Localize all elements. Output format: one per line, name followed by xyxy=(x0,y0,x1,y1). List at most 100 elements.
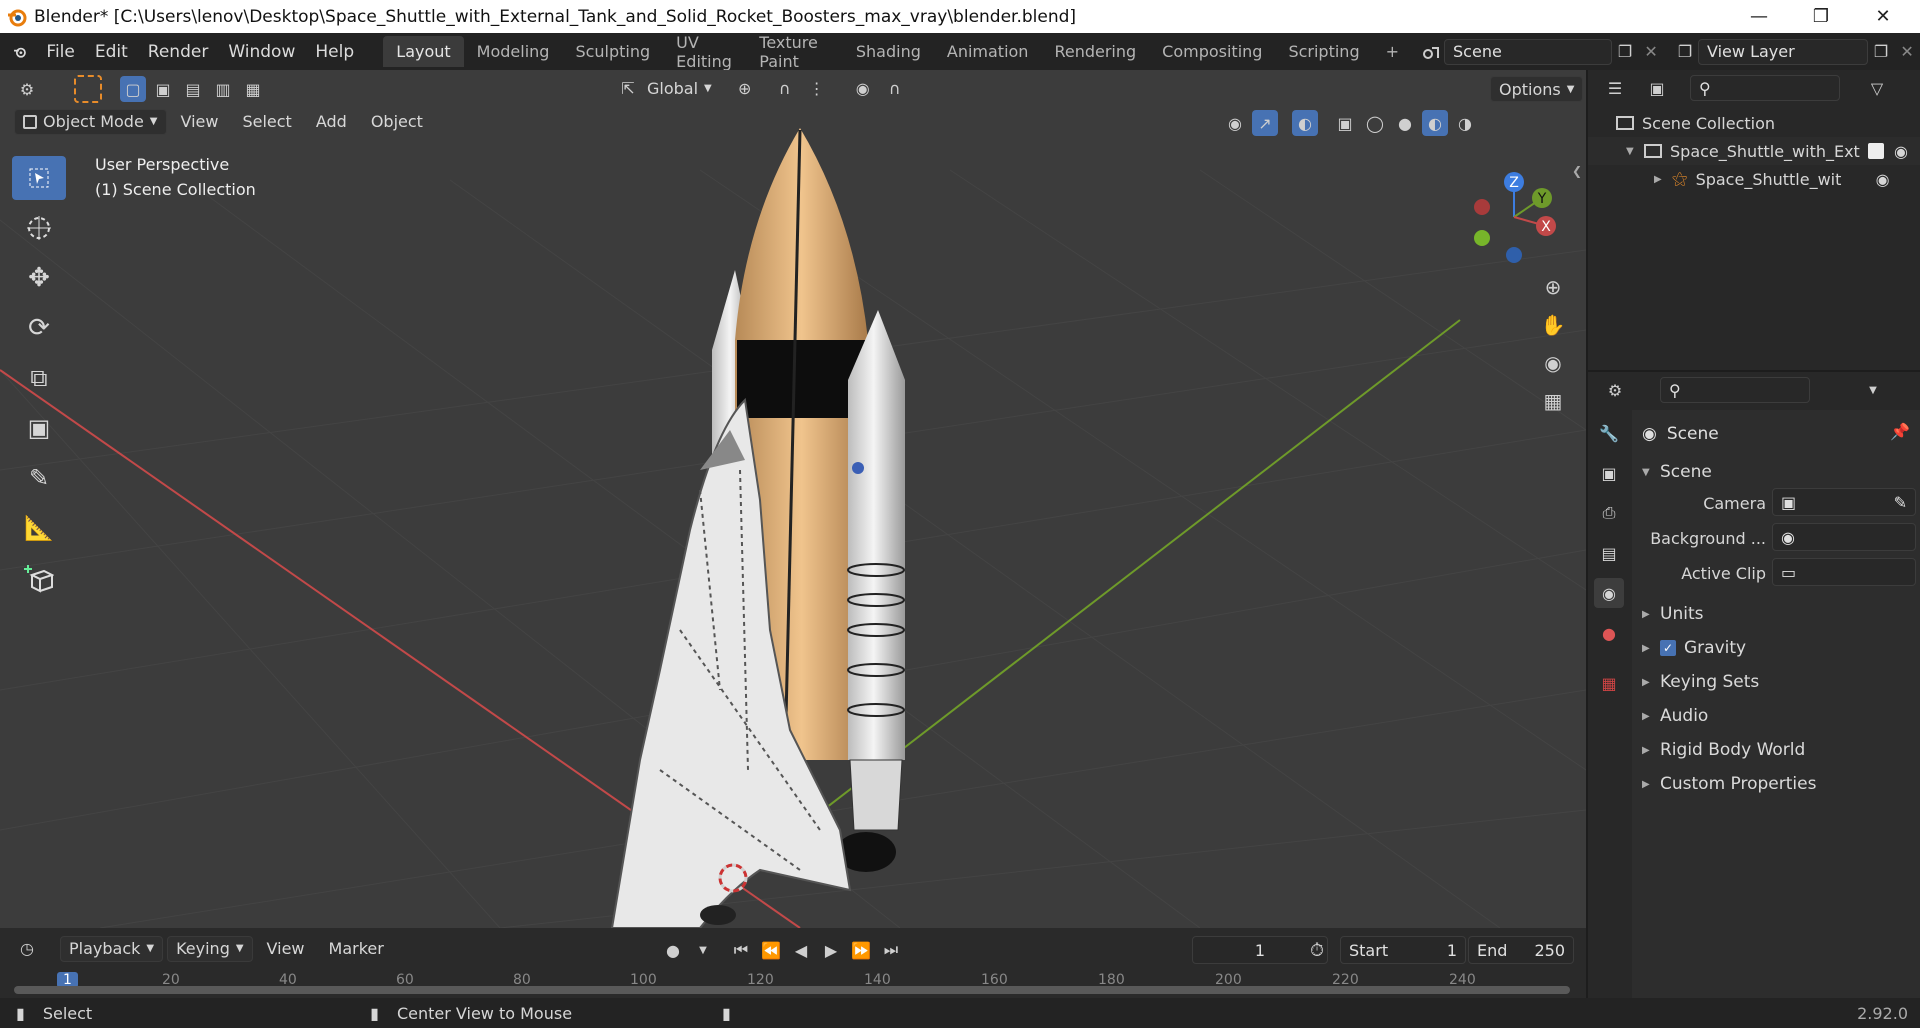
outliner-collection-row[interactable]: ▼ Space_Shuttle_with_Exte ◉ xyxy=(1588,137,1920,165)
active-clip-field[interactable]: ▭ xyxy=(1772,558,1916,586)
gizmo-neg-x-icon[interactable] xyxy=(1474,199,1490,215)
filter-icon[interactable]: ▽ xyxy=(1864,75,1890,101)
record-icon[interactable]: ● xyxy=(660,937,686,963)
visibility-eye-icon[interactable]: ◉ xyxy=(1222,110,1248,136)
collapse-icon[interactable]: ▼ xyxy=(1626,146,1644,157)
tab-compositing[interactable]: Compositing xyxy=(1149,36,1275,67)
close-window-button[interactable]: ✕ xyxy=(1852,0,1914,33)
menu-render[interactable]: Render xyxy=(138,42,219,62)
rendered-shading-icon[interactable]: ◑ xyxy=(1452,110,1478,136)
output-tab-icon[interactable]: ⎙ xyxy=(1594,498,1624,528)
timeline-scrollbar[interactable] xyxy=(14,986,1570,994)
tab-rendering[interactable]: Rendering xyxy=(1041,36,1149,67)
camera-view-icon[interactable]: ◉ xyxy=(1540,350,1566,376)
mode-extend-icon[interactable]: ▣ xyxy=(150,76,176,102)
select-box-icon[interactable] xyxy=(74,75,102,103)
tool-tab-icon[interactable]: 🔧 xyxy=(1594,418,1624,448)
snap-target-icon[interactable]: ⋮ xyxy=(804,75,830,101)
perspective-grid-icon[interactable]: ▦ xyxy=(1540,388,1566,414)
scale-tool-icon[interactable]: ⧉ xyxy=(12,356,66,400)
properties-editor-type-icon[interactable]: ⚙ xyxy=(1602,377,1628,403)
expand-icon[interactable]: ▶ xyxy=(1654,174,1672,185)
sidebar-toggle-icon[interactable]: ❮ xyxy=(1572,164,1582,178)
measure-tool-icon[interactable]: 📐 xyxy=(12,506,66,550)
playback-dropdown[interactable]: Playback ▼ xyxy=(60,935,164,962)
properties-search-input[interactable]: ⚲ xyxy=(1660,377,1810,403)
viewport-menu-add[interactable]: Add xyxy=(306,108,357,135)
outliner-object-row[interactable]: ▶ ⚝ Space_Shuttle_with_ ◉ xyxy=(1588,165,1920,193)
timeline-editor-type-icon[interactable]: ◷ xyxy=(14,936,40,962)
menu-window[interactable]: Window xyxy=(218,42,305,62)
pan-hand-icon[interactable]: ✋ xyxy=(1540,312,1566,338)
eyedropper-icon[interactable]: ✎ xyxy=(1894,493,1907,512)
delete-scene-icon[interactable]: ✕ xyxy=(1638,39,1664,65)
view-layer-tab-icon[interactable]: ▤ xyxy=(1594,538,1624,568)
wireframe-shading-icon[interactable]: ◯ xyxy=(1362,110,1388,136)
scene-tab-icon[interactable]: ◉ xyxy=(1594,578,1624,608)
gizmo-neg-z-icon[interactable] xyxy=(1506,247,1522,263)
display-mode-icon[interactable]: ▣ xyxy=(1644,75,1670,101)
menu-edit[interactable]: Edit xyxy=(85,42,138,62)
new-view-layer-icon[interactable]: ❐ xyxy=(1868,39,1894,65)
transform-tool-icon[interactable]: ▣ xyxy=(12,406,66,450)
falloff-icon[interactable]: ∩ xyxy=(882,75,908,101)
minimize-button[interactable]: — xyxy=(1728,0,1790,33)
snap-icon[interactable]: ∩ xyxy=(772,75,798,101)
gravity-panel-header[interactable]: ▶ ✓ Gravity xyxy=(1642,634,1746,662)
jump-start-icon[interactable]: ⏮ xyxy=(728,937,754,963)
proportional-edit-icon[interactable]: ◉ xyxy=(850,75,876,101)
timeline-menu-marker[interactable]: Marker xyxy=(319,935,394,962)
chevron-down-icon[interactable]: ▼ xyxy=(1860,377,1886,403)
next-keyframe-icon[interactable]: ⏩ xyxy=(848,937,874,963)
cursor-tool-icon[interactable] xyxy=(12,206,66,250)
tab-modeling[interactable]: Modeling xyxy=(464,36,563,67)
tab-texture-paint[interactable]: Texture Paint xyxy=(746,27,843,77)
units-panel-header[interactable]: ▶ Units xyxy=(1642,600,1703,628)
zoom-icon[interactable]: ⊕ xyxy=(1540,274,1566,300)
view-layer-field[interactable]: View Layer xyxy=(1698,38,1869,65)
camera-field[interactable]: ▣ ✎ xyxy=(1772,488,1916,516)
eye-icon[interactable]: ◉ xyxy=(1894,142,1908,161)
play-icon[interactable]: ▶ xyxy=(818,937,844,963)
render-tab-icon[interactable]: ▣ xyxy=(1594,458,1624,488)
scene-selector-icon[interactable] xyxy=(1418,39,1444,65)
move-tool-icon[interactable]: ✥ xyxy=(12,256,66,300)
material-shading-icon[interactable]: ◐ xyxy=(1422,110,1448,136)
outliner-editor-type-icon[interactable]: ☰ xyxy=(1602,75,1628,101)
xray-toggle-icon[interactable]: ▣ xyxy=(1332,110,1358,136)
gizmo-toggle-icon[interactable]: ↗ xyxy=(1252,110,1278,136)
chevron-down-icon[interactable]: ▼ xyxy=(690,937,716,963)
rotate-tool-icon[interactable]: ⟳ xyxy=(12,306,66,350)
viewport-menu-object[interactable]: Object xyxy=(361,108,433,135)
menu-help[interactable]: Help xyxy=(305,42,364,62)
navigation-gizmo[interactable]: Z Y X xyxy=(1470,160,1580,270)
scene-panel-header[interactable]: ▼ Scene xyxy=(1642,458,1712,486)
mode-subtract-icon[interactable]: ▤ xyxy=(180,76,206,102)
rigid-body-world-panel-header[interactable]: ▶ Rigid Body World xyxy=(1642,736,1805,764)
view-layer-selector-icon[interactable]: ❐ xyxy=(1672,39,1698,65)
tab-scripting[interactable]: Scripting xyxy=(1275,36,1372,67)
keying-sets-panel-header[interactable]: ▶ Keying Sets xyxy=(1642,668,1759,696)
jump-end-icon[interactable]: ⏭ xyxy=(878,937,904,963)
select-tool-icon[interactable] xyxy=(12,156,66,200)
viewport-menu-select[interactable]: Select xyxy=(232,108,301,135)
custom-properties-panel-header[interactable]: ▶ Custom Properties xyxy=(1642,770,1816,798)
world-tab-icon[interactable]: ● xyxy=(1594,618,1624,648)
viewport-menu-view[interactable]: View xyxy=(171,108,229,135)
outliner-scene-collection[interactable]: Scene Collection xyxy=(1588,109,1920,137)
end-frame-field[interactable]: End 250 xyxy=(1468,936,1574,964)
menu-file[interactable]: File xyxy=(36,42,84,62)
texture-tab-icon[interactable]: ▦ xyxy=(1594,668,1624,698)
start-frame-field[interactable]: Start 1 xyxy=(1340,936,1466,964)
editor-type-icon[interactable]: ⚙ xyxy=(14,76,40,102)
restore-button[interactable]: ❐ xyxy=(1790,0,1852,33)
audio-panel-header[interactable]: ▶ Audio xyxy=(1642,702,1708,730)
preview-range-icon[interactable]: ⏱ xyxy=(1304,937,1330,963)
keying-dropdown[interactable]: Keying ▼ xyxy=(167,935,253,962)
outliner-search-input[interactable]: ⚲ xyxy=(1690,75,1840,101)
pin-icon[interactable]: 📌 xyxy=(1890,422,1910,441)
mode-new-icon[interactable]: ▢ xyxy=(120,76,146,102)
timeline-menu-view[interactable]: View xyxy=(257,935,315,962)
eye-icon[interactable]: ◉ xyxy=(1876,170,1890,189)
add-workspace-button[interactable]: + xyxy=(1373,36,1412,67)
